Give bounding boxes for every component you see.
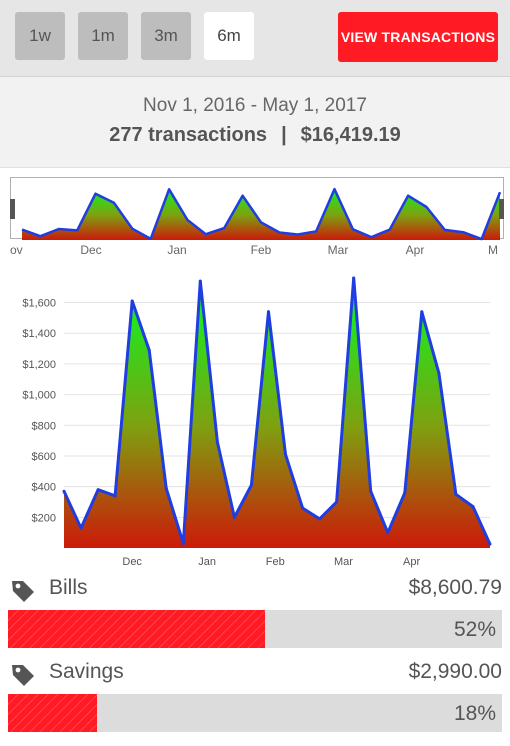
total-amount: $16,419.19 xyxy=(300,124,401,146)
data-point[interactable] xyxy=(198,279,202,283)
x-tick-label: Apr xyxy=(403,556,420,568)
range-1w-button[interactable]: 1w xyxy=(15,12,65,60)
summary-panel: Nov 1, 2016 - May 1, 2017 277 transactio… xyxy=(0,77,510,168)
category-progress-bar: 18% xyxy=(8,694,502,732)
data-point[interactable] xyxy=(266,310,270,314)
data-point[interactable] xyxy=(335,500,339,504)
overview-x-tick-label: Mar xyxy=(328,243,349,257)
category-name: Bills xyxy=(49,576,88,599)
overview-x-tick-label: ov xyxy=(10,243,23,257)
data-point[interactable] xyxy=(420,310,424,314)
category-progress-fill xyxy=(8,694,97,732)
data-point[interactable] xyxy=(318,517,322,521)
data-point[interactable] xyxy=(79,526,83,530)
tag-icon xyxy=(12,665,34,686)
data-point[interactable] xyxy=(181,541,185,545)
spending-area xyxy=(64,278,490,548)
category-percent: 18% xyxy=(453,702,496,725)
data-point[interactable] xyxy=(386,531,390,535)
totals-separator: | xyxy=(281,124,287,146)
spending-area-chart: $200 $400 $600 $800 $1,000 $1,200 $1,400 $1,600… xyxy=(22,276,492,568)
navigator-left-handle[interactable] xyxy=(10,199,15,219)
data-point[interactable] xyxy=(454,492,458,496)
y-tick-label: $800 xyxy=(32,420,56,432)
data-point[interactable] xyxy=(284,452,288,456)
x-tick-label: Feb xyxy=(266,556,285,568)
data-point[interactable] xyxy=(352,276,356,280)
data-point[interactable] xyxy=(164,486,168,490)
range-toolbar: 1w 1m 3m 6m VIEW TRANSACTIONS xyxy=(0,0,510,77)
range-1m-button[interactable]: 1m xyxy=(78,12,128,60)
x-tick-label: Jan xyxy=(198,556,216,568)
tag-icon xyxy=(12,581,34,602)
overview-x-tick-label: Feb xyxy=(251,243,272,257)
y-tick-label: $1,200 xyxy=(22,359,56,371)
data-point[interactable] xyxy=(232,515,236,519)
y-tick-label: $1,600 xyxy=(22,298,56,310)
date-range: Nov 1, 2016 - May 1, 2017 xyxy=(143,95,367,116)
category-name: Savings xyxy=(49,660,124,683)
range-3m-button[interactable]: 3m xyxy=(141,12,191,60)
data-point[interactable] xyxy=(301,506,305,510)
data-point[interactable] xyxy=(488,542,492,546)
navigator-right-handle[interactable] xyxy=(499,199,504,219)
range-6m-button[interactable]: 6m xyxy=(204,12,254,60)
data-point[interactable] xyxy=(147,348,151,352)
data-point[interactable] xyxy=(113,494,117,498)
view-transactions-button[interactable]: VIEW TRANSACTIONS xyxy=(338,12,498,62)
category-amount: $8,600.79 xyxy=(408,576,502,599)
data-point[interactable] xyxy=(437,371,441,375)
data-point[interactable] xyxy=(62,489,66,493)
x-tick-label: Mar xyxy=(334,556,353,568)
overview-x-tick-label: M xyxy=(488,243,498,257)
overview-x-tick-label: Dec xyxy=(80,243,101,257)
category-progress-fill xyxy=(8,610,265,648)
transaction-count: 277 transactions xyxy=(109,124,268,146)
y-tick-label: $200 xyxy=(32,512,56,524)
category-percent: 52% xyxy=(453,618,496,641)
y-tick-label: $600 xyxy=(32,451,56,463)
category-row-savings[interactable]: Savings $2,990.00 18% xyxy=(0,656,510,746)
overview-x-tick-label: Jan xyxy=(167,243,186,257)
y-tick-label: $1,400 xyxy=(22,328,56,340)
category-amount: $2,990.00 xyxy=(408,660,502,683)
data-point[interactable] xyxy=(96,488,100,492)
data-point[interactable] xyxy=(471,505,475,509)
x-tick-label: Dec xyxy=(122,556,142,568)
totals-line: 277 transactions | $16,419.19 xyxy=(0,124,510,147)
data-point[interactable] xyxy=(130,299,134,303)
data-point[interactable] xyxy=(249,483,253,487)
category-progress-bar: 52% xyxy=(8,610,502,648)
data-point[interactable] xyxy=(215,440,219,444)
overview-chart[interactable]: ov Dec Jan Feb Mar Apr M xyxy=(10,177,504,263)
y-tick-label: $1,000 xyxy=(22,390,56,402)
data-point[interactable] xyxy=(403,491,407,495)
data-point[interactable] xyxy=(369,489,373,493)
category-row-bills[interactable]: Bills $8,600.79 52% xyxy=(0,572,510,662)
overview-x-tick-label: Apr xyxy=(406,243,425,257)
y-tick-label: $400 xyxy=(32,482,56,494)
